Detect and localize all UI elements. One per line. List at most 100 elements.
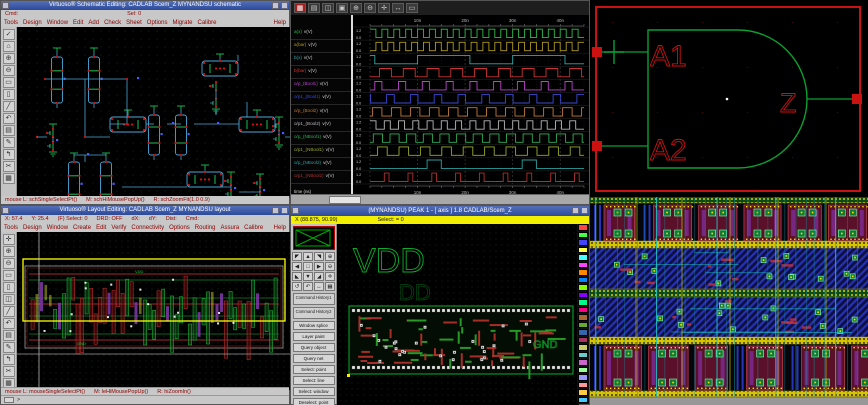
property-icon[interactable]: ▤ xyxy=(3,125,15,136)
layer-swatch[interactable] xyxy=(578,307,588,314)
menu-item-calibre[interactable]: Calibre xyxy=(244,225,263,231)
menu-item-window[interactable]: Window xyxy=(47,20,68,26)
layer-swatch[interactable] xyxy=(578,314,588,321)
layer-swatch[interactable] xyxy=(578,397,588,404)
pan-up-icon[interactable]: ▲ xyxy=(303,252,313,261)
signal-row[interactable]: o/p1_(NBool1)v(V) xyxy=(291,145,351,158)
menu-item-tools[interactable]: Tools xyxy=(4,225,18,231)
signal-row[interactable]: o/p1_(NBool2)v(V) xyxy=(291,171,351,184)
stretch-icon[interactable]: ▭ xyxy=(3,77,15,88)
pin-a2[interactable] xyxy=(592,141,602,151)
maximize-button[interactable] xyxy=(581,207,588,214)
crosshair-icon[interactable]: ✛ xyxy=(325,272,335,281)
button-layer-paint[interactable]: Layer paint xyxy=(293,332,335,341)
minimize-button[interactable] xyxy=(572,207,579,214)
zoom-out-icon[interactable]: ⊖ xyxy=(3,65,15,76)
zoom-out-icon[interactable]: ⊖ xyxy=(3,258,15,269)
pan-left-icon[interactable]: ◀ xyxy=(292,262,302,271)
pan-downright-icon[interactable]: ◢ xyxy=(314,272,324,281)
layer-swatch[interactable] xyxy=(578,299,588,306)
measure-icon[interactable]: ▭ xyxy=(406,3,418,13)
layer-swatch[interactable] xyxy=(578,232,588,239)
button-command-history2[interactable]: Command History2 xyxy=(293,307,335,319)
layer-swatch[interactable] xyxy=(578,254,588,261)
menu-item-routing[interactable]: Routing xyxy=(195,225,216,231)
pan-icon[interactable]: ↔ xyxy=(392,3,404,13)
menu-item-options[interactable]: Options xyxy=(169,225,190,231)
zoom-in-icon[interactable]: ⊕ xyxy=(3,53,15,64)
layer-swatch[interactable] xyxy=(578,292,588,299)
layer-swatch[interactable] xyxy=(578,352,588,359)
prompt-icon[interactable] xyxy=(4,397,14,403)
menu-item-migrate[interactable]: Migrate xyxy=(172,20,192,26)
button-deselect-point[interactable]: Deselect: point xyxy=(293,398,335,405)
undo-icon[interactable]: ↶ xyxy=(3,113,15,124)
layer-swatch[interactable] xyxy=(578,329,588,336)
descend-icon[interactable]: ↰ xyxy=(3,354,15,365)
scrollbar-thumb[interactable] xyxy=(329,196,361,204)
instance-icon[interactable]: ◫ xyxy=(3,294,15,305)
copy-icon[interactable]: ▯ xyxy=(3,89,15,100)
maximize-button[interactable] xyxy=(281,2,288,9)
peak-canvas[interactable]: VDDDDGND xyxy=(337,224,579,405)
layer-swatch[interactable] xyxy=(578,367,588,374)
menu-item-connectivity[interactable]: Connectivity xyxy=(131,225,164,231)
grid-icon[interactable]: ▤ xyxy=(308,3,320,13)
waveform-trace[interactable] xyxy=(370,29,584,37)
center-icon[interactable]: □ xyxy=(303,262,313,271)
waveform-trace[interactable] xyxy=(370,147,584,155)
edit-icon[interactable]: ✎ xyxy=(3,137,15,148)
maximize-button[interactable] xyxy=(281,207,288,214)
button-window-splice[interactable]: Window splice xyxy=(293,321,335,330)
menu-item-check[interactable]: Check xyxy=(104,20,121,26)
menu-item-window[interactable]: Window xyxy=(47,225,68,231)
layer-swatch[interactable] xyxy=(578,389,588,396)
signal-row[interactable]: o/p_(Bool2)v(V) xyxy=(291,106,351,119)
waveform-plot[interactable]: 10n10n20n20n30n30n40n40n1.20.01.20.01.20… xyxy=(353,15,589,197)
waveform-trace[interactable] xyxy=(370,42,584,50)
grid-icon[interactable]: ▦ xyxy=(3,173,15,184)
menu-item-calibre[interactable]: Calibre xyxy=(197,20,216,26)
delete-icon[interactable]: ✂ xyxy=(3,161,15,172)
zoom-in-icon[interactable]: ⊕ xyxy=(3,246,15,257)
layer-swatch[interactable] xyxy=(578,344,588,351)
peak-preview-thumbnail[interactable] xyxy=(293,226,335,250)
copy-icon[interactable]: ▯ xyxy=(3,282,15,293)
signal-row[interactable]: a(x)v(V) xyxy=(291,27,351,40)
menu-item-verify[interactable]: Verify xyxy=(111,225,126,231)
layer-swatch[interactable] xyxy=(578,239,588,246)
grid-icon[interactable]: ▦ xyxy=(325,282,335,291)
signal-row[interactable]: b(bar)v(V) xyxy=(291,66,351,79)
split-icon[interactable]: ◫ xyxy=(322,3,334,13)
schematic-titlebar[interactable]: Virtuoso® Schematic Editing: CADLAB Scem… xyxy=(1,1,289,10)
stretch-icon[interactable]: ▭ xyxy=(3,270,15,281)
fit-icon[interactable]: ↔ xyxy=(314,282,324,291)
layer-swatch[interactable] xyxy=(578,284,588,291)
waveform-trace[interactable] xyxy=(370,108,584,116)
waveform-trace[interactable] xyxy=(370,160,584,168)
edit-icon[interactable]: ✎ xyxy=(3,342,15,353)
layer-swatch[interactable] xyxy=(578,224,588,231)
pin-a1[interactable] xyxy=(592,47,602,57)
open-icon[interactable]: ▦ xyxy=(294,3,306,13)
menu-item-sheet[interactable]: Sheet xyxy=(126,20,142,26)
window-menu-icon[interactable] xyxy=(292,207,299,214)
crosshair-icon[interactable]: ✛ xyxy=(3,234,15,245)
descend-icon[interactable]: ↰ xyxy=(3,149,15,160)
button-query-object[interactable]: Query object xyxy=(293,343,335,352)
schematic-canvas[interactable] xyxy=(17,27,290,198)
signal-row[interactable]: b(x)v(V) xyxy=(291,53,351,66)
wire-icon[interactable]: ╱ xyxy=(3,101,15,112)
property-icon[interactable]: ▤ xyxy=(3,330,15,341)
layer-swatch[interactable] xyxy=(578,262,588,269)
menu-item-design[interactable]: Design xyxy=(23,20,42,26)
window-menu-icon[interactable] xyxy=(2,2,9,9)
waveform-trace[interactable] xyxy=(370,82,584,90)
menu-item-help[interactable]: Help xyxy=(274,225,286,231)
menu-item-help[interactable]: Help xyxy=(274,20,286,26)
select-icon[interactable]: ✓ xyxy=(3,29,15,40)
signal-row[interactable]: o/p1_(Bool2)v(V) xyxy=(291,119,351,132)
signal-row[interactable]: o/p_(NBool2)v(V) xyxy=(291,158,351,171)
menu-item-tools[interactable]: Tools xyxy=(4,20,18,26)
signal-row[interactable]: o/p_(NBool1)v(V) xyxy=(291,132,351,145)
